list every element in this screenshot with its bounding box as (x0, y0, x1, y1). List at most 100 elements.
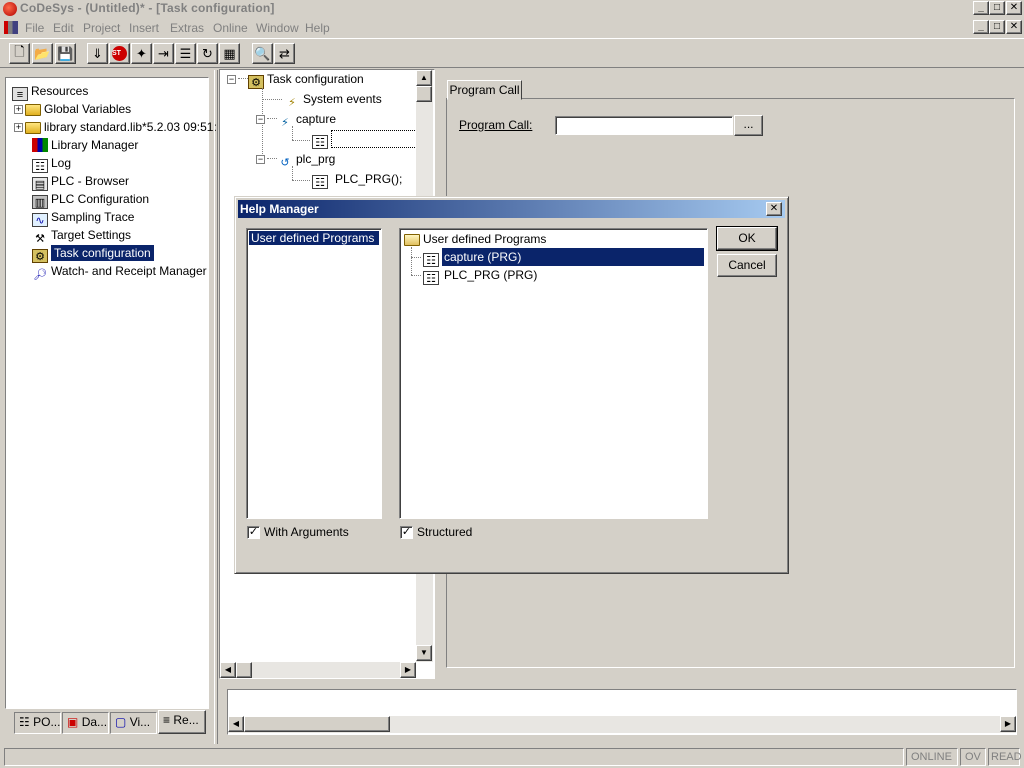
tab-resources[interactable]: ≡ Re... (158, 710, 206, 734)
open-icon[interactable]: 📂 (32, 43, 53, 64)
tree-item-capture-prg[interactable]: ☷ capture (PRG) (423, 248, 706, 267)
with-arguments-checkbox[interactable]: ✓ (247, 526, 260, 539)
cancel-button[interactable]: Cancel (717, 254, 777, 277)
minimize-button[interactable]: _ (973, 1, 989, 15)
scroll-left-button[interactable]: ◀ (220, 662, 236, 678)
tree-item-plc-prg-call[interactable]: ☷ PLC_PRG(); (312, 170, 402, 189)
resources-icon: ≡ (12, 87, 28, 101)
find-icon[interactable]: 🔍 (252, 43, 273, 64)
tree-item-global-variables[interactable]: + Global Variables (14, 100, 131, 118)
stop-icon[interactable]: ST (109, 43, 130, 64)
tree-item-plc-configuration[interactable]: ▥ PLC Configuration (32, 190, 149, 209)
category-list[interactable]: User defined Programs (246, 228, 382, 519)
program-call-icon: ☷ (312, 135, 328, 149)
program-call-input[interactable] (555, 116, 733, 135)
expand-icon[interactable]: + (14, 105, 23, 114)
tree-item-capture-call[interactable]: ☷ (312, 130, 417, 149)
tree-item-task-configuration[interactable]: ⚙ Task configuration (32, 244, 204, 263)
collapse-icon[interactable]: − (227, 75, 236, 84)
tree-item-watch-receipt[interactable]: 🔎︎ Watch- and Receipt Manager (32, 262, 207, 281)
menu-window[interactable]: Window (256, 21, 299, 35)
scroll-thumb[interactable] (416, 86, 432, 102)
ok-button[interactable]: OK (716, 226, 778, 251)
tree-item-plc-browser[interactable]: ▤ PLC - Browser (32, 172, 129, 191)
resources-tab-icon: ≡ (163, 713, 171, 727)
folder-icon (25, 104, 41, 116)
menu-online[interactable]: Online (213, 21, 248, 35)
message-window[interactable]: ◀ ▶ (228, 690, 1016, 734)
scroll-left-button[interactable]: ◀ (228, 716, 244, 732)
tab-program-call[interactable]: Program Call (447, 80, 522, 100)
tree-item-user-defined-programs[interactable]: User defined Programs (404, 230, 546, 248)
menu-file[interactable]: File (25, 21, 44, 35)
window-title: CoDeSys - (Untitled)* - [Task configurat… (20, 1, 275, 15)
tree-item-plc-prg-prg[interactable]: ☷ PLC_PRG (PRG) (423, 266, 537, 285)
tree-item-resources[interactable]: ≡ Resources (12, 82, 88, 101)
tab-data-types[interactable]: ▣ Da... (62, 712, 109, 734)
dialog-title-bar[interactable]: Help Manager ✕ (238, 200, 785, 218)
run-icon[interactable]: ✦ (131, 43, 152, 64)
tree-item-system-events[interactable]: ⚡︎ System events (284, 90, 382, 109)
data-type-icon: ▣ (67, 715, 79, 729)
folder-icon (25, 122, 41, 134)
plc-config-icon: ▥ (32, 195, 48, 209)
menu-bar: File Edit Project Insert Extras Online W… (0, 18, 1024, 38)
task-config-icon: ⚙ (32, 249, 48, 263)
close-button[interactable]: ✕ (1006, 1, 1022, 15)
call-edit-box[interactable] (331, 130, 417, 148)
cycle-icon[interactable]: ↻ (197, 43, 218, 64)
mdi-close-button[interactable]: ✕ (1006, 20, 1022, 34)
step-icon[interactable]: ⇥ (153, 43, 174, 64)
browse-button[interactable]: ... (734, 115, 763, 136)
program-tree[interactable]: User defined Programs ☷ capture (PRG) ☷ PL… (399, 228, 708, 519)
tree-item-sampling-trace[interactable]: ∿ Sampling Trace (32, 208, 134, 227)
scroll-down-button[interactable]: ▼ (416, 645, 432, 661)
expand-icon[interactable]: + (14, 123, 23, 132)
collapse-icon[interactable]: − (256, 155, 265, 164)
message-hscrollbar[interactable]: ◀ ▶ (228, 716, 1016, 733)
scroll-thumb[interactable] (244, 716, 390, 732)
restore-button[interactable]: □ (989, 1, 1005, 15)
tab-visualizations[interactable]: ▢ Vi... (110, 712, 157, 734)
tab-pous[interactable]: ☷ PO... (14, 712, 61, 734)
tree-item-library-standard[interactable]: + library standard.lib*5.2.03 09:51: (14, 118, 217, 136)
scroll-right-button[interactable]: ▶ (1000, 716, 1016, 732)
log-icon: ☷ (32, 159, 48, 173)
title-bar: CoDeSys - (Untitled)* - [Task configurat… (0, 0, 1024, 18)
with-arguments-label: With Arguments (264, 525, 349, 539)
login-icon[interactable]: ⇓ (87, 43, 108, 64)
resources-tree[interactable]: ≡ Resources + Global Variables + library st… (6, 78, 217, 708)
save-icon[interactable]: 💾 (55, 43, 76, 64)
replace-icon[interactable]: ⇄ (274, 43, 295, 64)
tree-item-library-manager[interactable]: Library Manager (32, 136, 138, 154)
tree-item-task-configuration-root[interactable]: − ⚙ Task configuration (227, 70, 364, 89)
codesys-app-icon[interactable] (3, 2, 17, 16)
structured-checkbox[interactable]: ✓ (400, 526, 413, 539)
menu-insert[interactable]: Insert (129, 21, 159, 35)
toggle-breakpoint-icon[interactable]: ☰ (175, 43, 196, 64)
task-tree-hscrollbar[interactable]: ◀ ▶ (220, 662, 416, 678)
program-icon: ☷ (423, 253, 439, 267)
menu-edit[interactable]: Edit (53, 21, 74, 35)
list-item-user-defined-programs[interactable]: User defined Programs (249, 231, 379, 245)
mdi-restore-button[interactable]: □ (989, 20, 1005, 34)
scroll-right-button[interactable]: ▶ (400, 662, 416, 678)
new-icon[interactable]: 🗋 (9, 43, 30, 64)
splitter[interactable] (214, 70, 218, 744)
tree-item-capture[interactable]: − ⚡︎ capture (256, 110, 336, 129)
tree-item-target-settings[interactable]: ⚒ Target Settings (32, 226, 131, 245)
dialog-close-button[interactable]: ✕ (766, 202, 782, 216)
status-read: READ (988, 748, 1022, 766)
scroll-up-button[interactable]: ▲ (416, 70, 432, 86)
scroll-thumb[interactable] (236, 662, 252, 678)
mdi-minimize-button[interactable]: _ (973, 20, 989, 34)
menu-project[interactable]: Project (83, 21, 120, 35)
document-icon[interactable] (4, 21, 18, 34)
menu-extras[interactable]: Extras (170, 21, 204, 35)
visualization-icon: ▢ (115, 715, 127, 729)
collapse-icon[interactable]: − (256, 115, 265, 124)
tree-item-log[interactable]: ☷ Log (32, 154, 71, 173)
tree-item-plc-prg[interactable]: − ↺ plc_prg (256, 150, 335, 169)
watch-icon[interactable]: ▦ (219, 43, 240, 64)
menu-help[interactable]: Help (305, 21, 330, 35)
